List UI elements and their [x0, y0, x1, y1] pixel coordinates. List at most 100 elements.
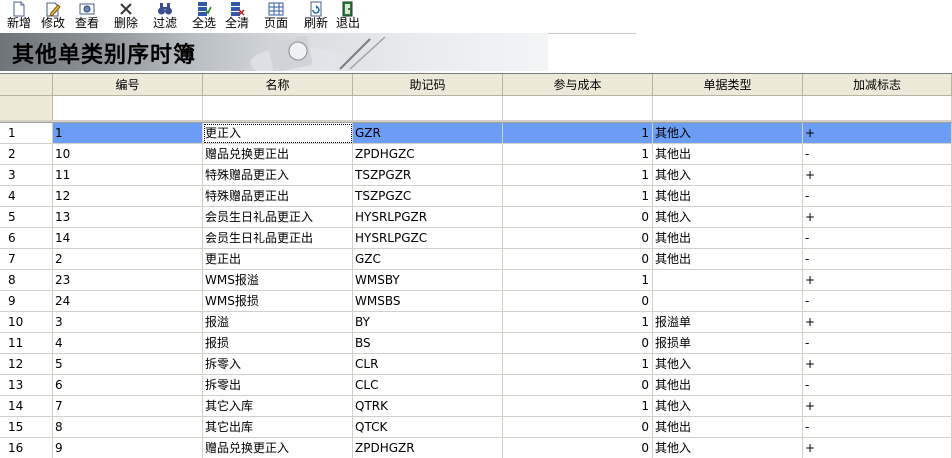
cell-doc-type[interactable]: 其他入 — [653, 354, 803, 375]
cell-sign[interactable]: + — [803, 207, 952, 228]
filter-button[interactable]: 过滤 — [150, 0, 180, 33]
column-header-cost[interactable]: 参与成本 — [503, 74, 653, 96]
table-row[interactable]: 12 5 拆零入 CLR 1 其他入 + — [0, 354, 952, 375]
cell-cost[interactable]: 1 — [503, 186, 653, 207]
table-row[interactable]: 15 8 其它出库 QTCK 0 其他出 - — [0, 417, 952, 438]
cell-sign[interactable]: + — [803, 438, 952, 458]
cell-name[interactable]: 特殊赠品更正入 — [203, 165, 353, 186]
cell-code[interactable]: 23 — [53, 270, 203, 291]
cell-name[interactable]: WMS报损 — [203, 291, 353, 312]
cell-sign[interactable]: + — [803, 270, 952, 291]
cell-doc-type[interactable]: 其他入 — [653, 165, 803, 186]
cell-name[interactable]: 会员生日礼品更正入 — [203, 207, 353, 228]
table-row[interactable]: 8 23 WMS报溢 WMSBY 1 + — [0, 270, 952, 291]
view-button[interactable]: 查看 — [72, 0, 102, 33]
cell-mnemonic[interactable]: CLC — [353, 375, 503, 396]
row-index[interactable]: 14 — [0, 396, 53, 417]
cell-doc-type[interactable] — [653, 291, 803, 312]
cell-sign[interactable]: + — [803, 312, 952, 333]
cell-name[interactable]: 赠品兑换更正入 — [203, 438, 353, 458]
table-row[interactable]: 3 11 特殊赠品更正入 TSZPGZR 1 其他入 + — [0, 165, 952, 186]
cell-mnemonic[interactable]: GZR — [353, 123, 503, 144]
cell-code[interactable]: 4 — [53, 333, 203, 354]
cell-cost[interactable]: 0 — [503, 417, 653, 438]
cell-name[interactable]: 拆零出 — [203, 375, 353, 396]
cell-doc-type[interactable]: 其他出 — [653, 249, 803, 270]
cell-doc-type[interactable]: 其他入 — [653, 123, 803, 144]
cell-cost[interactable]: 0 — [503, 291, 653, 312]
row-index[interactable]: 12 — [0, 354, 53, 375]
cell-name[interactable]: 赠品兑换更正出 — [203, 144, 353, 165]
cell-name[interactable]: 更正出 — [203, 249, 353, 270]
column-header-sign[interactable]: 加减标志 — [803, 74, 952, 96]
cell-name[interactable]: 报溢 — [203, 312, 353, 333]
row-index[interactable]: 10 — [0, 312, 53, 333]
cell-code[interactable]: 9 — [53, 438, 203, 458]
cell-sign[interactable]: - — [803, 333, 952, 354]
cell-sign[interactable]: - — [803, 249, 952, 270]
cell-doc-type[interactable]: 其他出 — [653, 186, 803, 207]
filter-cell-mnemonic[interactable] — [353, 96, 503, 120]
table-row[interactable]: 10 3 报溢 BY 1 报溢单 + — [0, 312, 952, 333]
table-row[interactable]: 7 2 更正出 GZC 0 其他出 - — [0, 249, 952, 270]
filter-cell-name[interactable] — [203, 96, 353, 120]
cell-sign[interactable]: + — [803, 396, 952, 417]
cell-doc-type[interactable]: 其他入 — [653, 207, 803, 228]
cell-cost[interactable]: 1 — [503, 396, 653, 417]
cell-mnemonic[interactable]: WMSBS — [353, 291, 503, 312]
cell-cost[interactable]: 1 — [503, 144, 653, 165]
row-index[interactable]: 16 — [0, 438, 53, 458]
table-row[interactable]: 16 9 赠品兑换更正入 ZPDHGZR 0 其他入 + — [0, 438, 952, 458]
cell-code[interactable]: 3 — [53, 312, 203, 333]
cell-code[interactable]: 8 — [53, 417, 203, 438]
cell-code[interactable]: 1 — [53, 123, 203, 144]
cell-cost[interactable]: 0 — [503, 333, 653, 354]
cell-sign[interactable]: - — [803, 375, 952, 396]
row-index[interactable]: 4 — [0, 186, 53, 207]
cell-mnemonic[interactable]: BS — [353, 333, 503, 354]
column-header-name[interactable]: 名称 — [203, 74, 353, 96]
cell-mnemonic[interactable]: GZC — [353, 249, 503, 270]
table-row[interactable]: 1 1 更正入 GZR 1 其他入 + — [0, 123, 952, 144]
cell-cost[interactable]: 1 — [503, 165, 653, 186]
row-index[interactable]: 5 — [0, 207, 53, 228]
cell-doc-type[interactable]: 其他出 — [653, 375, 803, 396]
cell-name[interactable]: 特殊赠品更正出 — [203, 186, 353, 207]
cell-sign[interactable]: + — [803, 354, 952, 375]
cell-doc-type[interactable]: 报溢单 — [653, 312, 803, 333]
row-index[interactable]: 1 — [0, 123, 53, 144]
row-index[interactable]: 2 — [0, 144, 53, 165]
cell-name[interactable]: 其它出库 — [203, 417, 353, 438]
cell-code[interactable]: 2 — [53, 249, 203, 270]
select-all-button[interactable]: 全选 — [189, 0, 219, 33]
cell-mnemonic[interactable]: HYSRLPGZR — [353, 207, 503, 228]
cell-name[interactable]: 报损 — [203, 333, 353, 354]
cell-mnemonic[interactable]: CLR — [353, 354, 503, 375]
table-row[interactable]: 5 13 会员生日礼品更正入 HYSRLPGZR 0 其他入 + — [0, 207, 952, 228]
cell-mnemonic[interactable]: ZPDHGZR — [353, 438, 503, 458]
table-row[interactable]: 14 7 其它入库 QTRK 1 其他入 + — [0, 396, 952, 417]
cell-code[interactable]: 10 — [53, 144, 203, 165]
edit-button[interactable]: 修改 — [38, 0, 68, 33]
cell-name[interactable]: 拆零入 — [203, 354, 353, 375]
cell-mnemonic[interactable]: QTCK — [353, 417, 503, 438]
filter-cell-cost[interactable] — [503, 96, 653, 120]
column-header-code[interactable]: 编号 — [53, 74, 203, 96]
cell-mnemonic[interactable]: BY — [353, 312, 503, 333]
table-row[interactable]: 11 4 报损 BS 0 报损单 - — [0, 333, 952, 354]
cell-sign[interactable]: - — [803, 144, 952, 165]
cell-cost[interactable]: 0 — [503, 249, 653, 270]
table-row[interactable]: 6 14 会员生日礼品更正出 HYSRLPGZC 0 其他出 - — [0, 228, 952, 249]
cell-doc-type[interactable]: 报损单 — [653, 333, 803, 354]
cell-mnemonic[interactable]: TSZPGZR — [353, 165, 503, 186]
cell-doc-type[interactable]: 其他出 — [653, 144, 803, 165]
exit-button[interactable]: 退出 — [333, 0, 363, 33]
cell-cost[interactable]: 1 — [503, 270, 653, 291]
cell-cost[interactable]: 0 — [503, 207, 653, 228]
cell-doc-type[interactable]: 其他入 — [653, 438, 803, 458]
cell-mnemonic[interactable]: WMSBY — [353, 270, 503, 291]
cell-mnemonic[interactable]: HYSRLPGZC — [353, 228, 503, 249]
cell-doc-type[interactable]: 其他入 — [653, 396, 803, 417]
cell-mnemonic[interactable]: ZPDHGZC — [353, 144, 503, 165]
new-button[interactable]: 新增 — [4, 0, 34, 33]
